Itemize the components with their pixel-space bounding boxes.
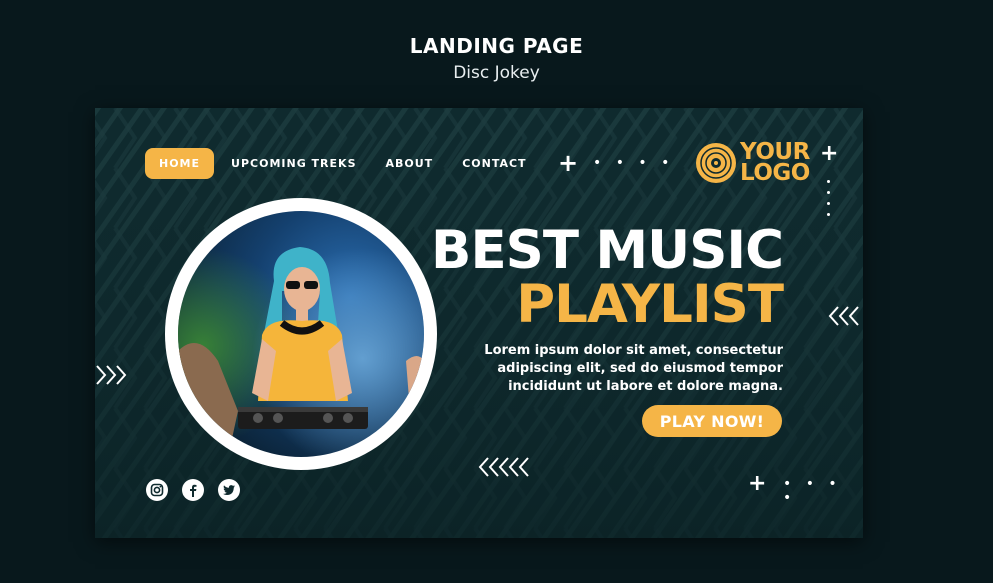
twitter-icon[interactable] (218, 479, 240, 501)
dots-decor-bottom: • • • • (783, 476, 842, 506)
instagram-icon[interactable] (146, 479, 168, 501)
headline-line-2: PLAYLIST (516, 274, 784, 335)
description-line-1: Lorem ipsum dolor sit amet, consectetur (484, 343, 783, 358)
logo-text: YOUR LOGO (740, 141, 810, 186)
chevrons-left-decor (828, 306, 859, 326)
dj-photo (178, 211, 424, 457)
dots-decor: • • • • (593, 155, 675, 171)
chevrons-left-bottom-decor (478, 457, 529, 477)
nav-upcoming-treks[interactable]: UPCOMING TREKS (231, 157, 356, 170)
nav-home[interactable]: HOME (145, 147, 215, 179)
logo-line-2: LOGO (740, 160, 810, 186)
plus-decor: + (558, 149, 579, 177)
brand-logo[interactable]: YOUR LOGO (695, 141, 810, 186)
hero-description: Lorem ipsum dolor sit amet, consectetur … (483, 342, 783, 396)
page-title: LANDING PAGE (409, 34, 584, 58)
play-now-button[interactable]: PLAY NOW! (642, 405, 782, 437)
page-subtitle: Disc Jokey (453, 63, 540, 83)
vertical-dots-decor (827, 180, 830, 216)
chevrons-right-decor (96, 365, 127, 385)
vinyl-record-icon (696, 143, 736, 183)
nav-about[interactable]: ABOUT (386, 157, 434, 170)
main-nav: HOME UPCOMING TREKS ABOUT CONTACT (145, 147, 556, 179)
nav-contact[interactable]: CONTACT (462, 157, 526, 170)
plus-decor-bottom: + (748, 471, 767, 496)
social-links (146, 479, 240, 501)
dj-illustration (178, 211, 424, 457)
description-line-2: adipiscing elit, sed do eiusmod tempor (497, 361, 783, 376)
plus-decor-top-right: + (820, 141, 839, 166)
headline-line-1: BEST MUSIC (431, 220, 784, 281)
hero-photo-frame (165, 198, 437, 470)
description-line-3: incididunt ut labore et dolore magna. (508, 379, 783, 394)
landing-card: HOME UPCOMING TREKS ABOUT CONTACT + • • … (95, 108, 863, 538)
facebook-icon[interactable] (182, 479, 204, 501)
